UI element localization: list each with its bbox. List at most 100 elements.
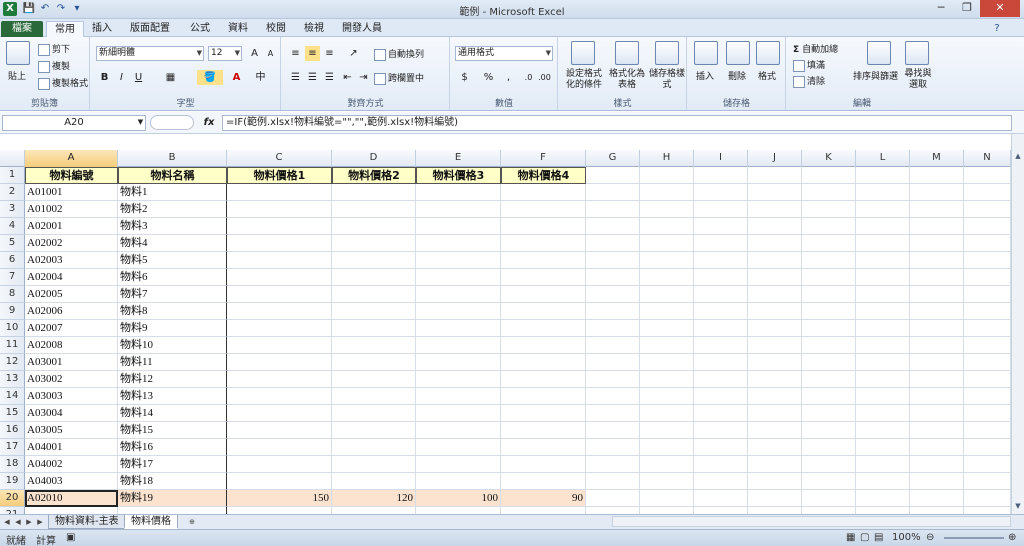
fill-color-icon[interactable]: 🪣 bbox=[197, 70, 223, 85]
cell[interactable] bbox=[802, 320, 856, 337]
cell[interactable] bbox=[501, 303, 586, 320]
cell[interactable] bbox=[856, 218, 910, 235]
cell[interactable] bbox=[802, 473, 856, 490]
column-header-g[interactable]: G bbox=[586, 150, 640, 167]
currency-button[interactable]: $ bbox=[457, 70, 472, 85]
cell[interactable] bbox=[694, 184, 748, 201]
cell[interactable] bbox=[501, 354, 586, 371]
cell[interactable] bbox=[586, 507, 640, 514]
row-header[interactable]: 5 bbox=[0, 235, 25, 252]
cell[interactable] bbox=[416, 235, 501, 252]
cell[interactable]: 物料15 bbox=[118, 422, 227, 439]
cell[interactable] bbox=[227, 235, 332, 252]
copy-button[interactable]: 複製 bbox=[38, 59, 70, 73]
cell[interactable] bbox=[964, 337, 1011, 354]
paste-button[interactable]: 貼上 bbox=[8, 69, 26, 82]
orientation-icon[interactable]: ↗ bbox=[346, 46, 361, 61]
increase-decimal-icon[interactable]: .0 bbox=[521, 70, 536, 85]
cell[interactable]: 物料17 bbox=[118, 456, 227, 473]
cell[interactable] bbox=[586, 303, 640, 320]
sort-filter-icon[interactable] bbox=[867, 41, 891, 65]
cell[interactable] bbox=[501, 184, 586, 201]
cell[interactable] bbox=[586, 388, 640, 405]
cell[interactable] bbox=[964, 269, 1011, 286]
row-header[interactable]: 9 bbox=[0, 303, 25, 320]
cell[interactable] bbox=[856, 201, 910, 218]
cell[interactable] bbox=[586, 439, 640, 456]
cell[interactable] bbox=[640, 388, 694, 405]
align-top-icon[interactable]: ≡ bbox=[288, 46, 303, 61]
cell[interactable] bbox=[910, 252, 964, 269]
cell[interactable]: A03003 bbox=[25, 388, 118, 405]
vertical-scrollbar[interactable]: ▲ ▼ bbox=[1011, 134, 1024, 514]
cell-styles-icon[interactable] bbox=[655, 41, 679, 65]
row-header[interactable]: 10 bbox=[0, 320, 25, 337]
cell[interactable] bbox=[586, 269, 640, 286]
tab-page-layout[interactable]: 版面配置 bbox=[122, 21, 178, 37]
cell[interactable] bbox=[802, 507, 856, 514]
cell[interactable] bbox=[694, 354, 748, 371]
cell[interactable] bbox=[640, 286, 694, 303]
cell[interactable] bbox=[748, 167, 802, 184]
restore-icon[interactable]: ❐ bbox=[954, 0, 980, 17]
cell[interactable]: 物料11 bbox=[118, 354, 227, 371]
cell[interactable] bbox=[332, 422, 416, 439]
cell[interactable] bbox=[640, 405, 694, 422]
cell[interactable] bbox=[227, 303, 332, 320]
cell[interactable] bbox=[586, 320, 640, 337]
cell[interactable] bbox=[416, 201, 501, 218]
cell[interactable] bbox=[910, 354, 964, 371]
cell[interactable]: A03005 bbox=[25, 422, 118, 439]
name-box[interactable]: A20 bbox=[2, 115, 146, 131]
cell[interactable] bbox=[748, 354, 802, 371]
cell[interactable] bbox=[748, 473, 802, 490]
cell[interactable] bbox=[910, 218, 964, 235]
cell[interactable] bbox=[856, 490, 910, 507]
cell[interactable] bbox=[501, 439, 586, 456]
cell[interactable]: 物料2 bbox=[118, 201, 227, 218]
column-header-n[interactable]: N bbox=[964, 150, 1011, 167]
align-middle-icon[interactable]: ≡ bbox=[305, 46, 320, 61]
cell[interactable] bbox=[640, 218, 694, 235]
cell[interactable] bbox=[856, 184, 910, 201]
cell-styles-button[interactable]: 儲存格樣式 bbox=[649, 69, 685, 91]
cell[interactable] bbox=[416, 337, 501, 354]
cell[interactable] bbox=[227, 439, 332, 456]
help-icon[interactable]: ? bbox=[990, 22, 1004, 36]
cell[interactable]: 物料1 bbox=[118, 184, 227, 201]
number-format-select[interactable]: 通用格式 ▼ bbox=[455, 46, 553, 61]
header-cell[interactable]: 物料價格3 bbox=[416, 167, 501, 184]
cell[interactable]: 物料4 bbox=[118, 235, 227, 252]
find-select-icon[interactable] bbox=[905, 41, 929, 65]
cell[interactable] bbox=[416, 371, 501, 388]
row-header[interactable]: 14 bbox=[0, 388, 25, 405]
cell[interactable] bbox=[694, 405, 748, 422]
cell[interactable] bbox=[416, 354, 501, 371]
cell[interactable] bbox=[640, 235, 694, 252]
cell[interactable]: 物料7 bbox=[118, 286, 227, 303]
conditional-format-icon[interactable] bbox=[571, 41, 595, 65]
cell[interactable] bbox=[964, 507, 1011, 514]
cell[interactable]: 150 bbox=[227, 490, 332, 507]
delete-cells-button[interactable]: 刪除 bbox=[728, 69, 746, 82]
cell[interactable] bbox=[586, 405, 640, 422]
cell[interactable] bbox=[694, 507, 748, 514]
grow-font-icon[interactable]: A bbox=[247, 46, 262, 61]
cell[interactable] bbox=[227, 218, 332, 235]
column-header-f[interactable]: F bbox=[501, 150, 586, 167]
cell[interactable] bbox=[964, 388, 1011, 405]
cell[interactable] bbox=[856, 286, 910, 303]
autosum-button[interactable]: Σ 自動加總 bbox=[793, 42, 838, 55]
cell[interactable] bbox=[640, 439, 694, 456]
cell[interactable] bbox=[332, 303, 416, 320]
cell[interactable]: A02002 bbox=[25, 235, 118, 252]
header-cell[interactable]: 物料價格4 bbox=[501, 167, 586, 184]
cell[interactable] bbox=[694, 490, 748, 507]
font-size-select[interactable]: 12 ▼ bbox=[208, 46, 242, 61]
cell[interactable] bbox=[332, 269, 416, 286]
cell[interactable] bbox=[332, 456, 416, 473]
cell[interactable] bbox=[694, 439, 748, 456]
cell[interactable] bbox=[856, 320, 910, 337]
row-header[interactable]: 3 bbox=[0, 201, 25, 218]
cell[interactable] bbox=[501, 269, 586, 286]
